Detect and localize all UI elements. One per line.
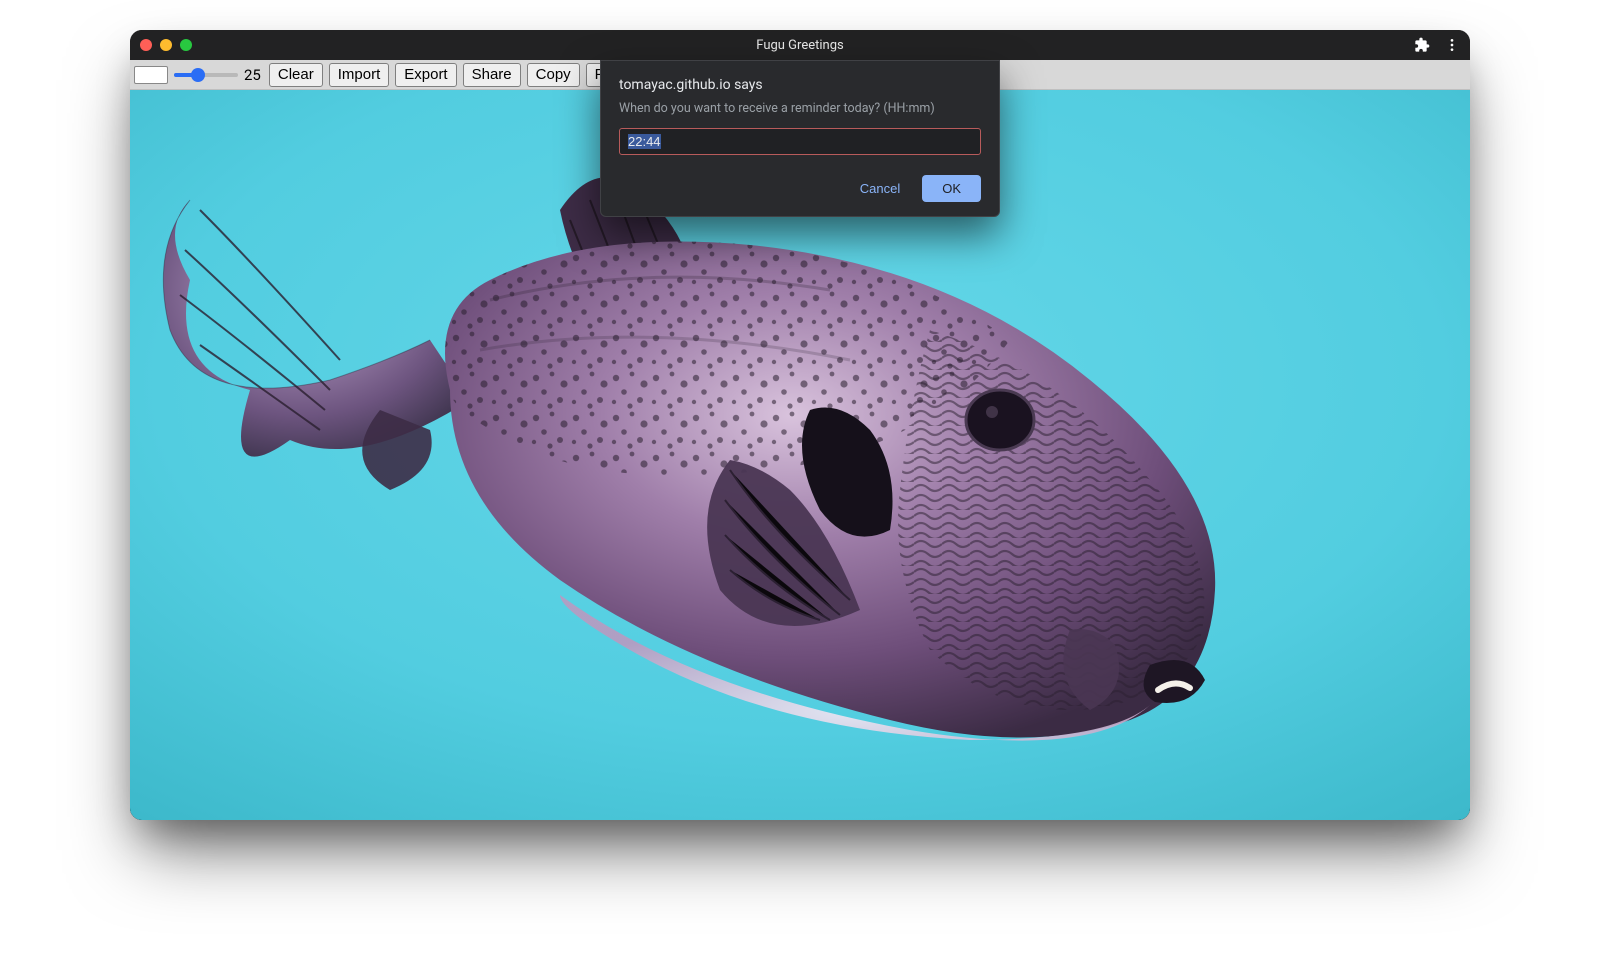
- share-button[interactable]: Share: [463, 63, 521, 87]
- more-icon[interactable]: [1444, 37, 1460, 53]
- import-button[interactable]: Import: [329, 63, 390, 87]
- window-controls: [140, 39, 192, 51]
- copy-button[interactable]: Copy: [527, 63, 580, 87]
- clear-button[interactable]: Clear: [269, 63, 323, 87]
- color-swatch[interactable]: [134, 66, 168, 84]
- prompt-origin: tomayac.github.io says: [619, 77, 981, 93]
- export-button[interactable]: Export: [395, 63, 456, 87]
- app-window: Fugu Greetings 25 Clear Import Export Sh…: [130, 30, 1470, 820]
- window-title: Fugu Greetings: [130, 38, 1470, 53]
- prompt-cancel-button[interactable]: Cancel: [850, 175, 910, 202]
- prompt-actions: Cancel OK: [619, 175, 981, 202]
- window-zoom-button[interactable]: [180, 39, 192, 51]
- js-prompt-dialog: tomayac.github.io says When do you want …: [600, 60, 1000, 217]
- titlebar: Fugu Greetings: [130, 30, 1470, 60]
- prompt-input[interactable]: [619, 128, 981, 155]
- brush-size-value: 25: [244, 66, 263, 84]
- window-minimize-button[interactable]: [160, 39, 172, 51]
- window-close-button[interactable]: [140, 39, 152, 51]
- prompt-ok-button[interactable]: OK: [922, 175, 981, 202]
- brush-size-slider[interactable]: [174, 66, 238, 84]
- extensions-icon[interactable]: [1414, 37, 1430, 53]
- slider-thumb[interactable]: [191, 68, 205, 82]
- prompt-message: When do you want to receive a reminder t…: [619, 101, 981, 116]
